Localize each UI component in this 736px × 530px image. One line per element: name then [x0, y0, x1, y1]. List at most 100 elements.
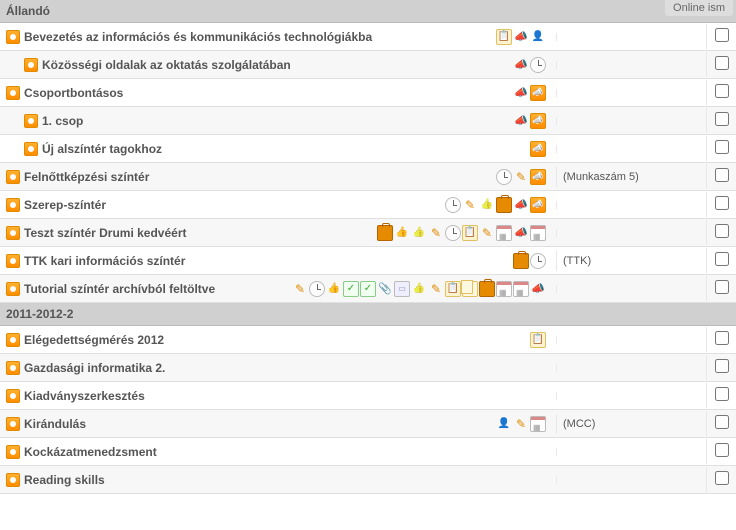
select-checkbox[interactable] [715, 359, 729, 373]
course-meta [556, 201, 706, 209]
horn-plain-icon[interactable] [513, 29, 529, 45]
horn-icon[interactable] [530, 197, 546, 213]
select-checkbox[interactable] [715, 331, 729, 345]
pencil-icon[interactable] [292, 281, 308, 297]
select-checkbox[interactable] [715, 471, 729, 485]
cal-icon[interactable] [496, 225, 512, 241]
clipboard-icon[interactable] [530, 332, 546, 348]
select-checkbox[interactable] [715, 252, 729, 266]
horn-icon[interactable] [530, 141, 546, 157]
thumb-y-icon[interactable] [411, 281, 427, 297]
clock-icon[interactable] [445, 197, 461, 213]
select-checkbox[interactable] [715, 56, 729, 70]
course-link[interactable]: Csoportbontásos [24, 86, 123, 100]
clock-icon[interactable] [496, 169, 512, 185]
expand-icon[interactable] [6, 30, 20, 44]
expand-icon[interactable] [6, 389, 20, 403]
person-icon[interactable] [496, 416, 512, 432]
expand-icon[interactable] [6, 86, 20, 100]
course-link[interactable]: Kockázatmenedzsment [24, 445, 157, 459]
pencil-icon[interactable] [428, 281, 444, 297]
expand-icon[interactable] [6, 282, 20, 296]
horn-plain-icon[interactable] [513, 225, 529, 241]
select-checkbox[interactable] [715, 112, 729, 126]
book-icon[interactable] [394, 281, 410, 297]
horn-plain-icon[interactable] [513, 197, 529, 213]
course-link[interactable]: Teszt színtér Drumi kedvéért [24, 226, 187, 240]
pencil-icon[interactable] [462, 197, 478, 213]
pencil-icon[interactable] [513, 169, 529, 185]
select-checkbox[interactable] [715, 140, 729, 154]
clipboard-icon[interactable] [462, 225, 478, 241]
clock-icon[interactable] [530, 57, 546, 73]
expand-icon[interactable] [6, 417, 20, 431]
clock-icon[interactable] [309, 281, 325, 297]
check-g-icon[interactable] [360, 281, 376, 297]
course-link[interactable]: 1. csop [42, 114, 83, 128]
course-link[interactable]: Felnőttképzési színtér [24, 170, 149, 184]
course-link[interactable]: Tutorial színtér archívból feltöltve [24, 282, 215, 296]
clip-icon[interactable] [377, 281, 393, 297]
thumb-icon[interactable] [326, 281, 342, 297]
select-checkbox[interactable] [715, 280, 729, 294]
pencil-icon[interactable] [513, 416, 529, 432]
course-link[interactable]: TTK kari információs színtér [24, 254, 185, 268]
expand-icon[interactable] [6, 198, 20, 212]
clock-icon[interactable] [445, 225, 461, 241]
horn-icon[interactable] [530, 169, 546, 185]
brief-icon[interactable] [513, 253, 529, 269]
course-link[interactable]: Közösségi oldalak az oktatás szolgálatáb… [42, 58, 291, 72]
select-checkbox[interactable] [715, 28, 729, 42]
expand-icon[interactable] [6, 445, 20, 459]
clipboard-icon[interactable] [445, 281, 461, 297]
expand-icon[interactable] [24, 142, 38, 156]
course-link[interactable]: Kirándulás [24, 417, 86, 431]
expand-icon[interactable] [24, 114, 38, 128]
select-checkbox[interactable] [715, 84, 729, 98]
expand-icon[interactable] [6, 361, 20, 375]
pencil-icon[interactable] [479, 225, 495, 241]
expand-icon[interactable] [6, 254, 20, 268]
cal-icon[interactable] [513, 281, 529, 297]
select-checkbox[interactable] [715, 196, 729, 210]
course-link[interactable]: Új alszíntér tagokhoz [42, 142, 162, 156]
horn-icon[interactable] [530, 85, 546, 101]
thumb-y-icon[interactable] [479, 197, 495, 213]
course-link[interactable]: Bevezetés az információs és kommunikáció… [24, 30, 372, 44]
horn-plain-icon[interactable] [513, 113, 529, 129]
select-checkbox[interactable] [715, 443, 729, 457]
clipboard-icon[interactable] [496, 29, 512, 45]
expand-icon[interactable] [6, 333, 20, 347]
horn-plain-icon[interactable] [513, 57, 529, 73]
select-checkbox[interactable] [715, 168, 729, 182]
expand-icon[interactable] [24, 58, 38, 72]
cal-icon[interactable] [530, 416, 546, 432]
thumb-icon[interactable] [394, 225, 410, 241]
select-checkbox[interactable] [715, 387, 729, 401]
brief-icon[interactable] [496, 197, 512, 213]
top-tab[interactable]: Online ism [665, 0, 733, 16]
cal-icon[interactable] [496, 281, 512, 297]
select-checkbox[interactable] [715, 415, 729, 429]
horn-icon[interactable] [530, 113, 546, 129]
horn-plain-icon[interactable] [530, 281, 546, 297]
check-g-icon[interactable] [343, 281, 359, 297]
course-link[interactable]: Reading skills [24, 473, 105, 487]
copy-icon[interactable] [462, 281, 478, 297]
expand-icon[interactable] [6, 226, 20, 240]
course-link[interactable]: Kiadványszerkesztés [24, 389, 145, 403]
brief-icon[interactable] [479, 281, 495, 297]
expand-icon[interactable] [6, 473, 20, 487]
brief-icon[interactable] [377, 225, 393, 241]
course-link[interactable]: Szerep-színtér [24, 198, 106, 212]
person-icon[interactable] [530, 29, 546, 45]
pencil-icon[interactable] [428, 225, 444, 241]
expand-icon[interactable] [6, 170, 20, 184]
course-link[interactable]: Gazdasági informatika 2. [24, 361, 165, 375]
select-checkbox[interactable] [715, 224, 729, 238]
clock-icon[interactable] [530, 253, 546, 269]
course-link[interactable]: Elégedettségmérés 2012 [24, 333, 164, 347]
cal-icon[interactable] [530, 225, 546, 241]
horn-plain-icon[interactable] [513, 85, 529, 101]
thumb-y-icon[interactable] [411, 225, 427, 241]
